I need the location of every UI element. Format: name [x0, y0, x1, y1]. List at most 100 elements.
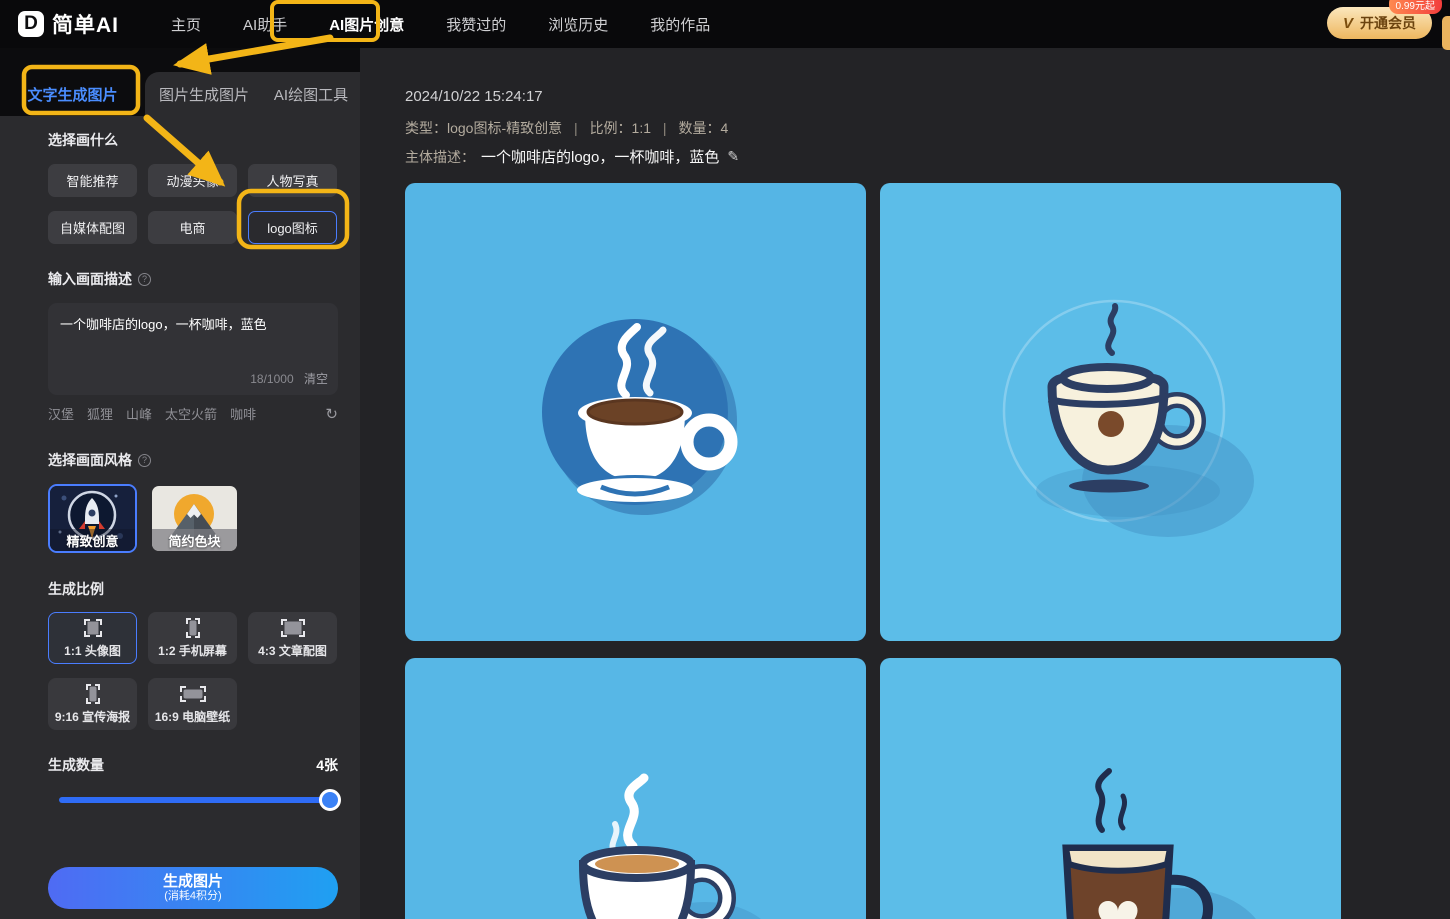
coffee-logo-1-graphic: [405, 183, 866, 641]
ratio-1-1[interactable]: 1:1 头像图: [48, 612, 137, 664]
style-options: 精致创意 简约色块: [48, 484, 338, 553]
ratio-label: 1:1 头像图: [64, 644, 121, 658]
meta-ratio: 比例：1:1: [589, 120, 652, 136]
ratio-1-2-icon: [185, 618, 200, 638]
side-floating-widget[interactable]: [1442, 16, 1450, 50]
quantity-value: 4张: [316, 757, 338, 773]
nav-item-history[interactable]: 浏览历史: [548, 14, 608, 35]
suggestion-burger[interactable]: 汉堡: [48, 404, 74, 423]
nav-item-home[interactable]: 主页: [171, 14, 201, 35]
ratio-label: 16:9 电脑壁纸: [154, 710, 231, 724]
quantity-section: 生成数量 4张: [48, 755, 338, 775]
vip-icon: V: [1342, 14, 1353, 32]
subject-description-row: 主体描述： 一个咖啡店的logo，一杯咖啡，蓝色 ✎: [405, 146, 1450, 167]
app-logo-text: 简单AI: [52, 14, 119, 37]
category-options: 智能推荐 动漫头像 人物写真 自媒体配图 电商 logo图标: [48, 164, 338, 244]
app-logo-icon: D: [18, 11, 44, 37]
prompt-section-title: 输入画面描述 ?: [48, 269, 338, 289]
category-portrait[interactable]: 人物写真: [248, 164, 337, 197]
category-title-text: 选择画什么: [48, 132, 118, 148]
meta-type: 类型：logo图标-精致创意: [405, 120, 563, 136]
description-value: 一个咖啡店的logo，一杯咖啡，蓝色: [481, 149, 720, 166]
quantity-slider[interactable]: [59, 789, 341, 811]
ratio-9-16-icon: [85, 684, 100, 704]
category-logo-icon[interactable]: logo图标: [248, 211, 337, 244]
ratio-16-9[interactable]: 16:9 电脑壁纸: [148, 678, 237, 730]
sidebar-panel: 选择画什么 智能推荐 动漫头像 人物写真 自媒体配图 电商 logo图标 输入画…: [0, 116, 360, 919]
nav-item-my-works[interactable]: 我的作品: [650, 14, 710, 35]
refresh-icon[interactable]: ↻: [325, 405, 338, 423]
style-exquisite-creative[interactable]: 精致创意: [48, 484, 137, 553]
quantity-title: 生成数量: [48, 757, 104, 773]
category-smart-recommend[interactable]: 智能推荐: [48, 164, 137, 197]
ratio-label: 9:16 宣传海报: [54, 710, 131, 724]
result-image-3[interactable]: [405, 658, 866, 919]
tab-ai-drawing-tools[interactable]: AI绘图工具: [268, 72, 354, 116]
ratio-1-1-icon: [83, 619, 102, 637]
ratio-title-text: 生成比例: [48, 581, 104, 597]
help-icon[interactable]: ?: [138, 272, 151, 286]
suggestion-coffee[interactable]: 咖啡: [230, 404, 256, 423]
ratio-4-3[interactable]: 4:3 文章配图: [248, 612, 337, 664]
prompt-input[interactable]: 一个咖啡店的logo，一杯咖啡，蓝色 18/1000 清空: [48, 303, 338, 395]
result-image-4[interactable]: [880, 658, 1341, 919]
coffee-logo-3-graphic: [405, 658, 866, 919]
category-anime-avatar[interactable]: 动漫头像: [148, 164, 237, 197]
char-counter: 18/1000: [250, 372, 294, 386]
category-ecommerce[interactable]: 电商: [148, 211, 237, 244]
prompt-title-text: 输入画面描述: [48, 271, 132, 287]
generate-cost-label: (消耗4积分): [164, 890, 222, 902]
style-label: 简约色块: [152, 529, 237, 551]
results-grid: [405, 183, 1341, 919]
top-navbar: D 简单AI 主页 AI助手 AI图片创意 我赞过的 浏览历史 我的作品 V 开…: [0, 0, 1450, 50]
app-logo[interactable]: D 简单AI: [18, 9, 119, 39]
suggestion-rocket[interactable]: 太空火箭: [165, 404, 217, 423]
generate-button[interactable]: 生成图片 (消耗4积分): [48, 867, 338, 909]
ratio-label: 4:3 文章配图: [258, 644, 327, 658]
suggestion-fox[interactable]: 狐狸: [87, 404, 113, 423]
description-label: 主体描述：: [405, 148, 475, 165]
tab-text-to-image[interactable]: 文字生成图片: [0, 72, 145, 116]
category-section-title: 选择画什么: [48, 130, 338, 150]
ratio-section-title: 生成比例: [48, 579, 338, 599]
meta-separator: |: [662, 120, 667, 136]
style-title-text: 选择画面风格: [48, 452, 132, 468]
ratio-label: 1:2 手机屏幕: [158, 644, 227, 658]
ratio-4-3-icon: [280, 619, 305, 637]
style-label: 精致创意: [50, 529, 135, 551]
ratio-16-9-icon: [179, 686, 206, 702]
nav-item-ai-image-creation[interactable]: AI图片创意: [329, 14, 404, 35]
membership-label: 开通会员: [1360, 15, 1416, 31]
app-window: D 简单AI 主页 AI助手 AI图片创意 我赞过的 浏览历史 我的作品 V 开…: [0, 0, 1450, 919]
style-minimal-color-block[interactable]: 简约色块: [150, 484, 239, 553]
clear-button[interactable]: 清空: [304, 372, 328, 386]
prompt-meta: 18/1000 清空: [250, 370, 328, 387]
ratio-options: 1:1 头像图 1:2 手机屏幕 4:3 文章配图 9:16 宣传海报 16:9…: [48, 612, 338, 730]
slider-thumb[interactable]: [319, 789, 341, 811]
price-badge: 0.99元起: [1388, 0, 1442, 14]
generation-timestamp: 2024/10/22 15:24:17: [405, 88, 543, 105]
prompt-suggestions: 汉堡 狐狸 山峰 太空火箭 咖啡 ↻: [48, 404, 338, 423]
tab-image-to-image[interactable]: 图片生成图片: [148, 72, 260, 116]
help-icon[interactable]: ?: [138, 453, 151, 467]
nav-item-liked[interactable]: 我赞过的: [446, 14, 506, 35]
edit-icon[interactable]: ✎: [727, 148, 739, 165]
meta-count: 数量：4: [678, 120, 729, 136]
style-section-title: 选择画面风格 ?: [48, 450, 338, 470]
meta-separator: |: [574, 120, 578, 136]
suggestion-mountain[interactable]: 山峰: [126, 404, 152, 423]
coffee-logo-4-graphic: [880, 658, 1341, 919]
generate-label: 生成图片: [162, 873, 223, 890]
ratio-9-16[interactable]: 9:16 宣传海报: [48, 678, 137, 730]
generation-meta: 类型：logo图标-精致创意 | 比例：1:1 | 数量：4: [405, 118, 1450, 138]
category-media-illustration[interactable]: 自媒体配图: [48, 211, 137, 244]
result-image-1[interactable]: [405, 183, 866, 641]
prompt-value: 一个咖啡店的logo，一杯咖啡，蓝色: [60, 317, 267, 332]
main-menu: 主页 AI助手 AI图片创意 我赞过的 浏览历史 我的作品: [171, 14, 710, 35]
ratio-1-2[interactable]: 1:2 手机屏幕: [148, 612, 237, 664]
generation-sidebar: 文字生成图片 图片生成图片 AI绘图工具 选择画什么 智能推荐 动漫头像 人物写…: [0, 48, 360, 919]
sidebar-tabs: 文字生成图片 图片生成图片 AI绘图工具: [0, 48, 360, 116]
result-image-2[interactable]: [880, 183, 1341, 641]
nav-item-ai-assistant[interactable]: AI助手: [243, 14, 287, 35]
results-area: 2024/10/22 15:24:17 类型：logo图标-精致创意 | 比例：…: [360, 48, 1450, 919]
